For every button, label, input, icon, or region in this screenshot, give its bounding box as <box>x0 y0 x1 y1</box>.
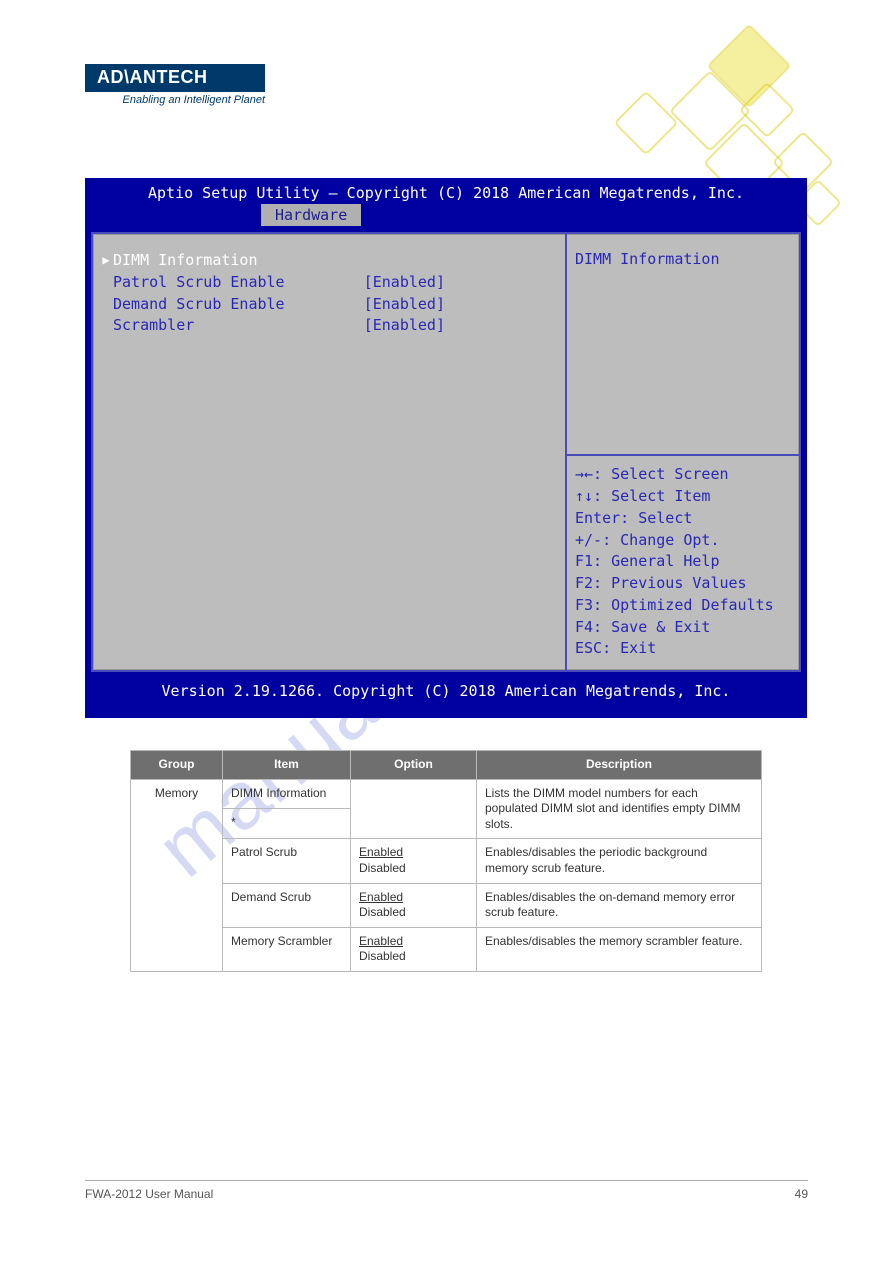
arrows-ud-icon: ↑↓: <box>575 487 602 505</box>
caret-spacer <box>99 315 113 317</box>
desc-cell: Lists the DIMM model numbers for each po… <box>477 779 762 839</box>
alt-option: Disabled <box>359 861 406 875</box>
tab-hardware[interactable]: Hardware <box>261 204 361 226</box>
key-desc: Select Item <box>611 487 710 505</box>
bios-footer: Version 2.19.1266. Copyright (C) 2018 Am… <box>85 678 807 708</box>
menu-label: DIMM Information <box>113 250 258 272</box>
bios-tab-row: Hardware <box>85 204 807 226</box>
footer-page-number: 49 <box>795 1187 808 1201</box>
key-row: F1: General Help <box>575 551 791 573</box>
key-row: Enter: Select <box>575 508 791 530</box>
menu-value: [Enabled] <box>364 315 555 337</box>
item-cell: Patrol Scrub <box>223 839 351 883</box>
item-cell: * <box>223 809 351 839</box>
table-row: Patrol Scrub Enabled Disabled Enables/dis… <box>131 839 762 883</box>
bios-key-help: →←: Select Screen ↑↓: Select Item Enter:… <box>567 460 799 670</box>
menu-label: Patrol Scrub Enable <box>113 272 285 294</box>
key-row: ↑↓: Select Item <box>575 486 791 508</box>
page-footer: FWA-2012 User Manual 49 <box>85 1180 808 1201</box>
divider <box>567 454 799 456</box>
col-option: Option <box>351 751 477 780</box>
decor-square <box>669 70 751 152</box>
desc-cell: Enables/disables the memory scrambler fe… <box>477 927 762 971</box>
table-header-row: Group Item Option Description <box>131 751 762 780</box>
arrows-lr-icon: →←: <box>575 465 602 483</box>
bios-setup-screenshot: Aptio Setup Utility – Copyright (C) 2018… <box>85 178 807 718</box>
default-option: Enabled <box>359 890 403 904</box>
bios-help-title: DIMM Information <box>567 234 799 274</box>
decor-square <box>707 24 792 109</box>
bios-left-panel: ▶ DIMM Information Patrol Scrub Enable [… <box>93 234 565 670</box>
item-cell: Memory Scrambler <box>223 927 351 971</box>
option-cell: EnabledDisabled <box>351 927 477 971</box>
option-cell: EnabledDisabled <box>351 883 477 927</box>
col-description: Description <box>477 751 762 780</box>
col-group: Group <box>131 751 223 780</box>
brand-name: AD\ANTECH <box>85 64 265 92</box>
caret-icon: ▶ <box>99 250 113 269</box>
option-cell: Enabled Disabled <box>351 839 477 883</box>
table-row: Memory Scrambler EnabledDisabled Enables… <box>131 927 762 971</box>
menu-label: Demand Scrub Enable <box>113 294 285 316</box>
default-option: Enabled <box>359 845 403 859</box>
menu-row[interactable]: Patrol Scrub Enable [Enabled] <box>99 272 555 294</box>
item-cell: DIMM Information <box>223 779 351 809</box>
menu-row[interactable]: ▶ DIMM Information <box>99 250 555 272</box>
table-row: Demand Scrub EnabledDisabled Enables/dis… <box>131 883 762 927</box>
bios-right-panel: DIMM Information →←: Select Screen ↑↓: S… <box>565 234 799 670</box>
caret-spacer <box>99 294 113 296</box>
bios-title: Aptio Setup Utility – Copyright (C) 2018… <box>85 178 807 204</box>
decor-square <box>613 90 678 155</box>
group-cell: Memory <box>131 779 223 971</box>
alt-option: Disabled <box>359 905 406 919</box>
memory-spec-table: Group Item Option Description Memory DIM… <box>130 750 762 972</box>
decor-square <box>739 82 796 139</box>
desc-cell: Enables/disables the on-demand memory er… <box>477 883 762 927</box>
key-row: F3: Optimized Defaults <box>575 595 791 617</box>
bios-body: ▶ DIMM Information Patrol Scrub Enable [… <box>91 232 801 672</box>
key-row: ESC: Exit <box>575 638 791 660</box>
alt-option: Disabled <box>359 949 406 963</box>
key-row: F4: Save & Exit <box>575 617 791 639</box>
default-option: Enabled <box>359 934 403 948</box>
table-row: Memory DIMM Information Lists the DIMM m… <box>131 779 762 809</box>
menu-row[interactable]: Demand Scrub Enable [Enabled] <box>99 294 555 316</box>
caret-spacer <box>99 272 113 274</box>
key-row: →←: Select Screen <box>575 464 791 486</box>
option-cell <box>351 779 477 839</box>
brand-logo: AD\ANTECH Enabling an Intelligent Planet <box>85 64 265 106</box>
key-row: +/-: Change Opt. <box>575 530 791 552</box>
brand-tagline: Enabling an Intelligent Planet <box>85 92 265 106</box>
col-item: Item <box>223 751 351 780</box>
menu-value: [Enabled] <box>364 272 555 294</box>
key-desc: Select Screen <box>611 465 728 483</box>
menu-value: [Enabled] <box>364 294 555 316</box>
menu-row[interactable]: Scrambler [Enabled] <box>99 315 555 337</box>
desc-cell: Enables/disables the periodic background… <box>477 839 762 883</box>
menu-label: Scrambler <box>113 315 194 337</box>
key-row: F2: Previous Values <box>575 573 791 595</box>
footer-doc-title: FWA-2012 User Manual <box>85 1187 795 1201</box>
item-cell: Demand Scrub <box>223 883 351 927</box>
